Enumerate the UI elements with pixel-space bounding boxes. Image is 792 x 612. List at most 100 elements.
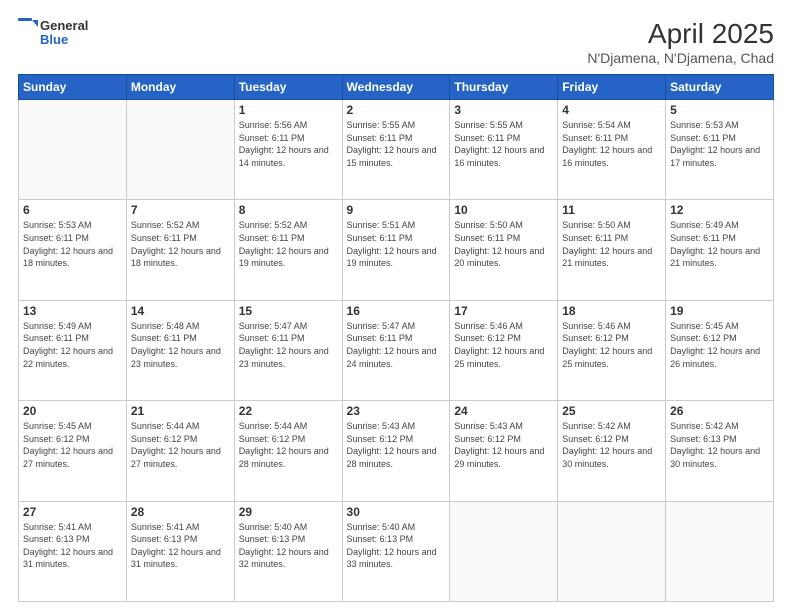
day-cell: 19 Sunrise: 5:45 AM Sunset: 6:12 PM Dayli… xyxy=(666,300,774,400)
day-number: 14 xyxy=(131,304,230,318)
calendar-header: SundayMondayTuesdayWednesdayThursdayFrid… xyxy=(19,75,774,100)
day-cell: 8 Sunrise: 5:52 AM Sunset: 6:11 PM Daylig… xyxy=(234,200,342,300)
day-cell: 12 Sunrise: 5:49 AM Sunset: 6:11 PM Dayli… xyxy=(666,200,774,300)
day-info: Sunrise: 5:44 AM Sunset: 6:12 PM Dayligh… xyxy=(131,420,230,470)
weekday-header-monday: Monday xyxy=(126,75,234,100)
day-number: 22 xyxy=(239,404,338,418)
day-info: Sunrise: 5:55 AM Sunset: 6:11 PM Dayligh… xyxy=(454,119,553,169)
day-number: 27 xyxy=(23,505,122,519)
day-cell: 7 Sunrise: 5:52 AM Sunset: 6:11 PM Daylig… xyxy=(126,200,234,300)
day-number: 29 xyxy=(239,505,338,519)
weekday-row: SundayMondayTuesdayWednesdayThursdayFrid… xyxy=(19,75,774,100)
day-info: Sunrise: 5:52 AM Sunset: 6:11 PM Dayligh… xyxy=(131,219,230,269)
calendar-body: 1Sunrise: 5:56 AM Sunset: 6:11 PM Daylig… xyxy=(19,100,774,602)
day-cell: 6 Sunrise: 5:53 AM Sunset: 6:11 PM Daylig… xyxy=(19,200,127,300)
day-info: Sunrise: 5:54 AM Sunset: 6:11 PM Dayligh… xyxy=(562,119,661,169)
weekday-header-saturday: Saturday xyxy=(666,75,774,100)
day-info: Sunrise: 5:55 AM Sunset: 6:11 PM Dayligh… xyxy=(347,119,446,169)
week-row-2: 13 Sunrise: 5:49 AM Sunset: 6:11 PM Dayli… xyxy=(19,300,774,400)
day-info: Sunrise: 5:47 AM Sunset: 6:11 PM Dayligh… xyxy=(347,320,446,370)
logo-text: General Blue xyxy=(40,19,88,48)
day-info: Sunrise: 5:41 AM Sunset: 6:13 PM Dayligh… xyxy=(131,521,230,571)
day-cell: 11Sunrise: 5:50 AM Sunset: 6:11 PM Dayli… xyxy=(558,200,666,300)
day-cell: 27Sunrise: 5:41 AM Sunset: 6:13 PM Dayli… xyxy=(19,501,127,601)
day-cell: 14 Sunrise: 5:48 AM Sunset: 6:11 PM Dayli… xyxy=(126,300,234,400)
weekday-header-thursday: Thursday xyxy=(450,75,558,100)
day-cell: 9 Sunrise: 5:51 AM Sunset: 6:11 PM Daylig… xyxy=(342,200,450,300)
day-number: 6 xyxy=(23,203,122,217)
day-info: Sunrise: 5:45 AM Sunset: 6:12 PM Dayligh… xyxy=(23,420,122,470)
day-info: Sunrise: 5:46 AM Sunset: 6:12 PM Dayligh… xyxy=(562,320,661,370)
page: General Blue April 2025 N'Djamena, N'Dja… xyxy=(0,0,792,612)
day-number: 5 xyxy=(670,103,769,117)
day-number: 26 xyxy=(670,404,769,418)
day-cell: 23Sunrise: 5:43 AM Sunset: 6:12 PM Dayli… xyxy=(342,401,450,501)
day-cell: 16 Sunrise: 5:47 AM Sunset: 6:11 PM Dayli… xyxy=(342,300,450,400)
day-cell: 24 Sunrise: 5:43 AM Sunset: 6:12 PM Dayli… xyxy=(450,401,558,501)
day-cell: 26 Sunrise: 5:42 AM Sunset: 6:13 PM Dayli… xyxy=(666,401,774,501)
day-number: 8 xyxy=(239,203,338,217)
day-number: 9 xyxy=(347,203,446,217)
day-cell: 15 Sunrise: 5:47 AM Sunset: 6:11 PM Dayli… xyxy=(234,300,342,400)
day-info: Sunrise: 5:44 AM Sunset: 6:12 PM Dayligh… xyxy=(239,420,338,470)
day-info: Sunrise: 5:50 AM Sunset: 6:11 PM Dayligh… xyxy=(454,219,553,269)
day-cell: 1Sunrise: 5:56 AM Sunset: 6:11 PM Daylig… xyxy=(234,100,342,200)
day-number: 3 xyxy=(454,103,553,117)
day-info: Sunrise: 5:43 AM Sunset: 6:12 PM Dayligh… xyxy=(454,420,553,470)
day-number: 12 xyxy=(670,203,769,217)
week-row-3: 20 Sunrise: 5:45 AM Sunset: 6:12 PM Dayli… xyxy=(19,401,774,501)
day-cell: 29Sunrise: 5:40 AM Sunset: 6:13 PM Dayli… xyxy=(234,501,342,601)
page-title: April 2025 xyxy=(587,18,774,50)
day-info: Sunrise: 5:49 AM Sunset: 6:11 PM Dayligh… xyxy=(23,320,122,370)
day-number: 30 xyxy=(347,505,446,519)
day-info: Sunrise: 5:46 AM Sunset: 6:12 PM Dayligh… xyxy=(454,320,553,370)
day-number: 4 xyxy=(562,103,661,117)
weekday-header-sunday: Sunday xyxy=(19,75,127,100)
day-number: 23 xyxy=(347,404,446,418)
logo-icon xyxy=(18,18,38,48)
header: General Blue April 2025 N'Djamena, N'Dja… xyxy=(18,18,774,66)
day-cell: 30 Sunrise: 5:40 AM Sunset: 6:13 PM Dayli… xyxy=(342,501,450,601)
day-cell: 20 Sunrise: 5:45 AM Sunset: 6:12 PM Dayli… xyxy=(19,401,127,501)
calendar-table: SundayMondayTuesdayWednesdayThursdayFrid… xyxy=(18,74,774,602)
day-number: 17 xyxy=(454,304,553,318)
day-cell: 4 Sunrise: 5:54 AM Sunset: 6:11 PM Daylig… xyxy=(558,100,666,200)
day-info: Sunrise: 5:42 AM Sunset: 6:13 PM Dayligh… xyxy=(670,420,769,470)
page-subtitle: N'Djamena, N'Djamena, Chad xyxy=(587,50,774,66)
day-number: 1 xyxy=(239,103,338,117)
day-number: 28 xyxy=(131,505,230,519)
day-info: Sunrise: 5:53 AM Sunset: 6:11 PM Dayligh… xyxy=(670,119,769,169)
day-number: 15 xyxy=(239,304,338,318)
weekday-header-friday: Friday xyxy=(558,75,666,100)
week-row-1: 6 Sunrise: 5:53 AM Sunset: 6:11 PM Daylig… xyxy=(19,200,774,300)
day-info: Sunrise: 5:47 AM Sunset: 6:11 PM Dayligh… xyxy=(239,320,338,370)
day-number: 21 xyxy=(131,404,230,418)
day-info: Sunrise: 5:45 AM Sunset: 6:12 PM Dayligh… xyxy=(670,320,769,370)
day-number: 16 xyxy=(347,304,446,318)
day-number: 7 xyxy=(131,203,230,217)
logo-blue: Blue xyxy=(40,33,88,47)
day-number: 13 xyxy=(23,304,122,318)
weekday-header-tuesday: Tuesday xyxy=(234,75,342,100)
day-info: Sunrise: 5:49 AM Sunset: 6:11 PM Dayligh… xyxy=(670,219,769,269)
weekday-header-wednesday: Wednesday xyxy=(342,75,450,100)
day-info: Sunrise: 5:53 AM Sunset: 6:11 PM Dayligh… xyxy=(23,219,122,269)
day-number: 24 xyxy=(454,404,553,418)
day-cell: 21 Sunrise: 5:44 AM Sunset: 6:12 PM Dayli… xyxy=(126,401,234,501)
day-info: Sunrise: 5:40 AM Sunset: 6:13 PM Dayligh… xyxy=(347,521,446,571)
day-cell: 5 Sunrise: 5:53 AM Sunset: 6:11 PM Daylig… xyxy=(666,100,774,200)
title-block: April 2025 N'Djamena, N'Djamena, Chad xyxy=(587,18,774,66)
day-number: 19 xyxy=(670,304,769,318)
day-cell: 13 Sunrise: 5:49 AM Sunset: 6:11 PM Dayli… xyxy=(19,300,127,400)
day-info: Sunrise: 5:50 AM Sunset: 6:11 PM Dayligh… xyxy=(562,219,661,269)
day-number: 10 xyxy=(454,203,553,217)
logo-general: General xyxy=(40,19,88,33)
day-cell: 22 Sunrise: 5:44 AM Sunset: 6:12 PM Dayli… xyxy=(234,401,342,501)
day-cell: 25Sunrise: 5:42 AM Sunset: 6:12 PM Dayli… xyxy=(558,401,666,501)
day-number: 20 xyxy=(23,404,122,418)
logo: General Blue xyxy=(18,18,88,48)
day-cell xyxy=(450,501,558,601)
day-info: Sunrise: 5:51 AM Sunset: 6:11 PM Dayligh… xyxy=(347,219,446,269)
day-info: Sunrise: 5:52 AM Sunset: 6:11 PM Dayligh… xyxy=(239,219,338,269)
day-info: Sunrise: 5:48 AM Sunset: 6:11 PM Dayligh… xyxy=(131,320,230,370)
